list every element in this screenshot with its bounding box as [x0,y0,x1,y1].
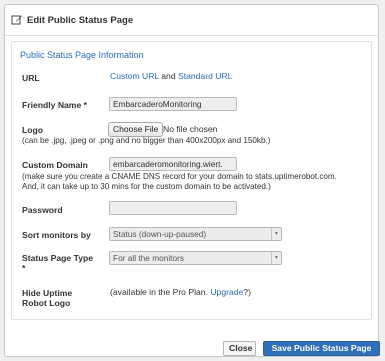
save-public-status-page-button[interactable]: Save Public Status Page [263,341,380,356]
status-page-type-select[interactable]: For all the monitors ▾ [109,251,282,265]
hide-logo-label-line2: Robot Logo [22,298,71,308]
hide-logo-note: (available in the Pro Plan. Upgrade?) [110,287,251,297]
custom-domain-input[interactable]: embarcaderomonitoring.wiert. [109,157,237,171]
upgrade-link[interactable]: Upgrade [210,287,243,297]
friendly-name-label: Friendly Name * [22,100,87,110]
chevron-down-icon: ▾ [271,252,281,264]
hide-logo-label-line1: Hide Uptime [22,288,73,298]
custom-domain-note-line2: And, it can take up to 30 mins for the c… [22,182,271,191]
password-input[interactable] [109,201,237,215]
status-page-type-value: For all the monitors [113,253,185,263]
edit-icon [11,14,23,26]
custom-url-link[interactable]: Custom URL [110,71,159,81]
hide-logo-note-prefix: (available in the Pro Plan. [110,287,208,297]
dialog-title: Edit Public Status Page [27,14,134,26]
sort-monitors-select[interactable]: Status (down-up-paused) ▾ [109,227,282,241]
logo-label: Logo [22,125,43,135]
friendly-name-input[interactable]: EmbarcaderoMonitoring [109,97,237,111]
url-and-text: and [161,71,176,81]
url-links: Custom URL and Standard URL [110,71,232,81]
standard-url-link[interactable]: Standard URL [178,71,232,81]
section-title: Public Status Page Information [20,50,144,60]
status-page-type-label: Status Page Type [22,253,93,263]
status-page-type-required-mark: * [22,263,26,273]
custom-domain-note-line1: (make sure you create a CNAME DNS record… [22,172,337,181]
password-label: Password [22,205,63,215]
edit-status-page-dialog: Edit Public Status Page Public Status Pa… [4,4,380,357]
dialog-header: Edit Public Status Page [5,5,378,36]
sort-monitors-label: Sort monitors by [22,230,91,240]
dialog-body: Public Status Page Information URL Custo… [11,41,372,320]
close-button[interactable]: Close [223,341,256,356]
file-status-text: No file chosen [163,124,218,134]
hide-logo-note-suffix: ?) [243,287,251,297]
custom-domain-label: Custom Domain [22,160,88,170]
logo-note: (can be .jpg, .jpeg or .png and no bigge… [22,136,271,145]
chevron-down-icon: ▾ [271,228,281,240]
sort-monitors-value: Status (down-up-paused) [113,229,207,239]
choose-file-button[interactable]: Choose File [108,122,164,137]
url-label: URL [22,73,40,83]
